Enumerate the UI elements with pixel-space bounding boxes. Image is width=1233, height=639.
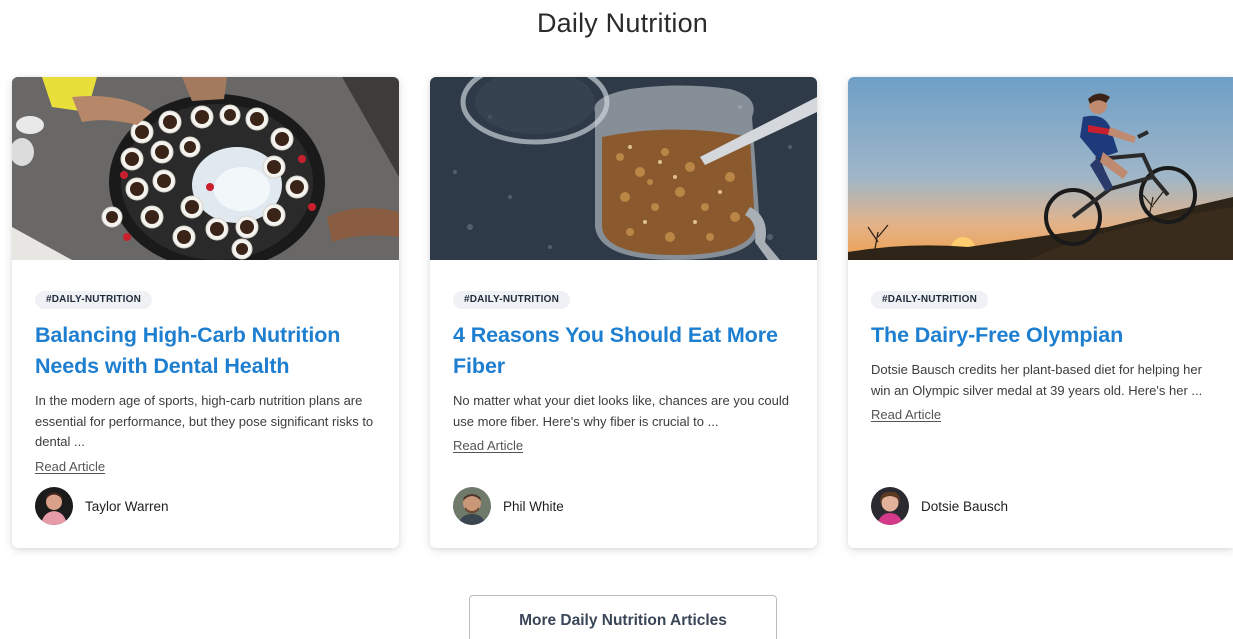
author-name: Phil White (503, 498, 564, 514)
author[interactable]: Phil White (453, 487, 564, 525)
more-articles-button[interactable]: More Daily Nutrition Articles (469, 595, 777, 639)
read-article-link[interactable]: Read Article (453, 438, 523, 453)
read-article-link[interactable]: Read Article (35, 459, 105, 474)
ice-bucket-cups-photo (12, 77, 399, 260)
avatar (871, 487, 909, 525)
author-name: Dotsie Bausch (921, 498, 1009, 514)
section-title: Daily Nutrition (536, 8, 709, 38)
article-image[interactable] (848, 77, 1233, 260)
card-body: #DAILY-NUTRITION The Dairy-Free Olympian… (848, 260, 1233, 548)
author-avatar-icon (871, 487, 909, 525)
article-card[interactable]: #DAILY-NUTRITION The Dairy-Free Olympian… (848, 77, 1233, 548)
article-excerpt: Dotsie Bausch credits her plant-based di… (871, 362, 1203, 398)
category-tag[interactable]: #DAILY-NUTRITION (871, 291, 989, 309)
card-body: #DAILY-NUTRITION Balancing High-Carb Nut… (12, 260, 399, 548)
article-excerpt: No matter what your diet looks like, cha… (453, 393, 790, 429)
author-name: Taylor Warren (85, 498, 169, 514)
avatar (453, 487, 491, 525)
article-excerpt: In the modern age of sports, high-carb n… (35, 393, 374, 449)
article-image[interactable] (12, 77, 399, 260)
granola-jar-photo (430, 77, 817, 260)
read-article-link[interactable]: Read Article (871, 407, 941, 422)
category-tag[interactable]: #DAILY-NUTRITION (35, 291, 153, 309)
article-title[interactable]: 4 Reasons You Should Eat More Fiber (453, 320, 795, 382)
author-avatar-icon (453, 487, 491, 525)
article-title[interactable]: The Dairy-Free Olympian (871, 320, 1211, 351)
cyclist-sunset-photo (848, 77, 1233, 260)
article-card[interactable]: #DAILY-NUTRITION 4 Reasons You Should Ea… (430, 77, 817, 548)
article-image[interactable] (430, 77, 817, 260)
article-title[interactable]: Balancing High-Carb Nutrition Needs with… (35, 320, 377, 382)
article-card[interactable]: #DAILY-NUTRITION Balancing High-Carb Nut… (12, 77, 399, 548)
author-avatar-icon (35, 487, 73, 525)
card-body: #DAILY-NUTRITION 4 Reasons You Should Ea… (430, 260, 817, 548)
author[interactable]: Dotsie Bausch (871, 487, 1008, 525)
category-tag[interactable]: #DAILY-NUTRITION (453, 291, 571, 309)
avatar (35, 487, 73, 525)
author[interactable]: Taylor Warren (35, 487, 169, 525)
